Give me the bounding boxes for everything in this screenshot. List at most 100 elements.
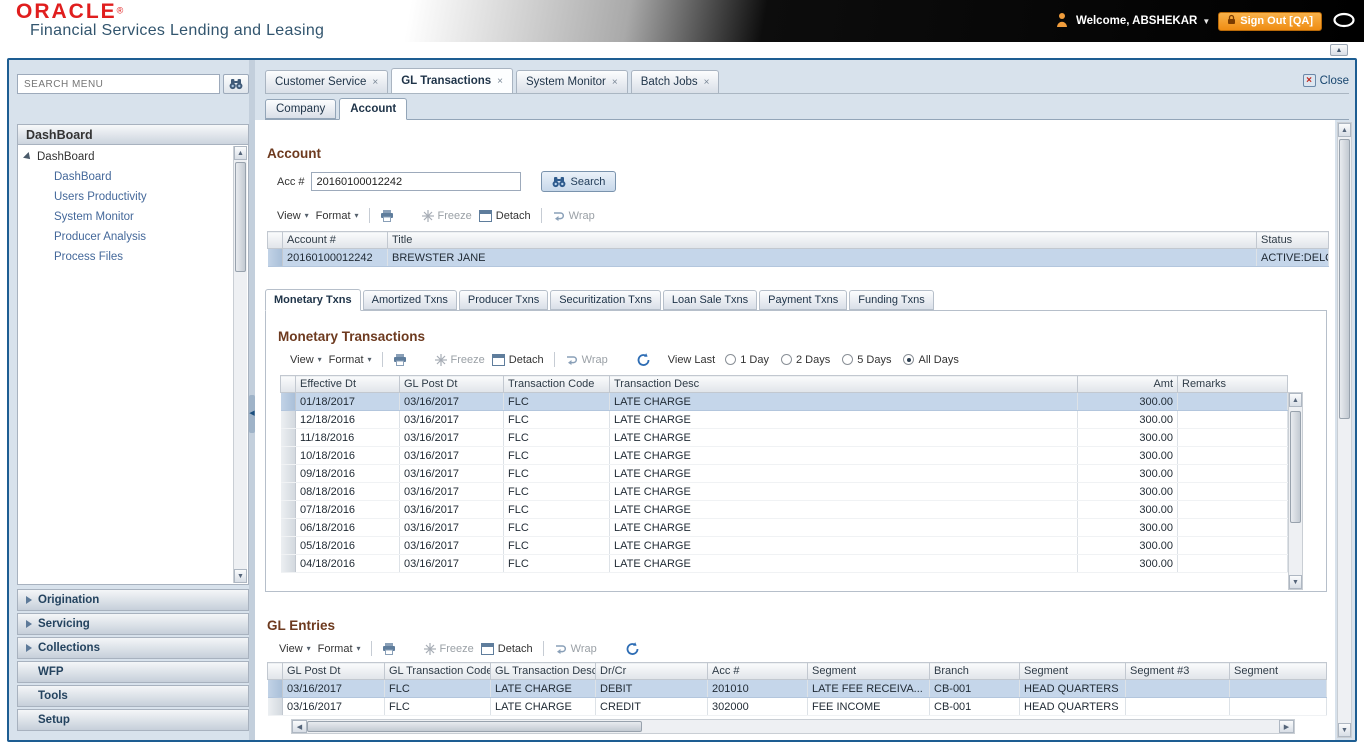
tree-root-node[interactable]: DashBoard [18,145,248,167]
column-header[interactable]: GL Transaction Code [384,662,491,680]
scroll-up-icon[interactable]: ▲ [234,146,247,160]
view-last-option[interactable]: All Days [903,354,959,366]
sub-tab[interactable]: Account [339,98,408,120]
sidebar-accordion[interactable]: WFP [17,661,249,683]
format-menu[interactable]: Format ▾ [316,210,359,222]
table-row[interactable]: 06/18/2016 03/16/2017 FLC LATE CHARGE 30… [280,518,1288,537]
row-selector[interactable] [280,428,296,447]
table-row[interactable]: 08/18/2016 03/16/2017 FLC LATE CHARGE 30… [280,482,1288,501]
sidebar-tree-item[interactable]: System Monitor [18,207,248,227]
scroll-down-icon[interactable]: ▼ [1289,575,1302,589]
table-row[interactable]: 12/18/2016 03/16/2017 FLC LATE CHARGE 30… [280,410,1288,429]
search-menu-input[interactable] [17,74,220,94]
column-header[interactable]: Remarks [1177,375,1288,393]
txn-tab[interactable]: Loan Sale Txns [662,290,758,310]
scroll-right-icon[interactable]: ▶ [1279,720,1294,733]
view-last-option[interactable]: 2 Days [780,354,830,366]
print-button[interactable] [393,353,407,366]
wrap-button[interactable]: Wrap [554,643,597,655]
scrollbar-track[interactable] [234,160,247,569]
scroll-up-icon[interactable]: ▲ [1338,123,1351,137]
row-selector[interactable] [280,410,296,429]
table-row[interactable]: 07/18/2016 03/16/2017 FLC LATE CHARGE 30… [280,500,1288,519]
close-control[interactable]: × Close [1302,74,1349,87]
sidebar-tree-item[interactable]: DashBoard [18,167,248,187]
tab-close-icon[interactable]: × [372,77,378,88]
scrollbar-track[interactable] [307,720,1279,733]
search-button[interactable]: Search [540,171,617,192]
view-menu[interactable]: View ▾ [277,210,309,222]
view-last-option[interactable]: 1 Day [725,354,769,366]
scrollbar-thumb[interactable] [1339,139,1350,419]
row-selector[interactable] [280,518,296,537]
row-selector[interactable] [280,392,296,411]
sidebar-accordion[interactable]: Origination [17,589,249,611]
freeze-button[interactable]: Freeze [434,353,485,366]
column-header[interactable]: GL Post Dt [399,375,504,393]
wrap-button[interactable]: Wrap [565,354,608,366]
table-row[interactable]: 09/18/2016 03/16/2017 FLC LATE CHARGE 30… [280,464,1288,483]
column-header[interactable]: Transaction Desc [609,375,1078,393]
sidebar-tree-item[interactable]: Producer Analysis [18,227,248,247]
table-row[interactable]: 05/18/2016 03/16/2017 FLC LATE CHARGE 30… [280,536,1288,555]
sidebar-accordion[interactable]: Setup [17,709,249,731]
main-tab[interactable]: Customer Service × [265,70,389,93]
column-header[interactable]: Account # [282,231,388,249]
tab-close-icon[interactable]: × [612,77,618,88]
row-selector[interactable] [280,464,296,483]
column-header[interactable]: Segment [807,662,930,680]
welcome-menu[interactable]: Welcome, ABSHEKAR ▼ [1076,15,1210,27]
format-menu[interactable]: Format ▾ [318,643,361,655]
table-row[interactable]: 01/18/2017 03/16/2017 FLC LATE CHARGE 30… [280,392,1288,411]
scrollbar-thumb[interactable] [235,162,246,272]
monetary-table-scrollbar[interactable]: ▲ ▼ [1288,392,1303,590]
sidebar-tree-item[interactable]: Process Files [18,247,248,267]
column-header[interactable]: Segment [1019,662,1126,680]
column-header[interactable]: GL Post Dt [282,662,385,680]
table-row[interactable]: 03/16/2017 FLC LATE CHARGE CREDIT 302000… [267,697,1327,716]
freeze-button[interactable]: Freeze [423,642,474,655]
scrollbar-thumb[interactable] [307,721,642,732]
txn-tab[interactable]: Payment Txns [759,290,848,310]
main-tab[interactable]: GL Transactions × [391,68,513,93]
table-row[interactable]: 04/18/2016 03/16/2017 FLC LATE CHARGE 30… [280,554,1288,573]
detach-button[interactable]: Detach [491,353,544,366]
sub-tab[interactable]: Company [265,99,337,119]
row-selector[interactable] [267,679,283,698]
tab-close-icon[interactable]: × [497,76,503,87]
txn-tab[interactable]: Funding Txns [849,290,934,310]
txn-tab[interactable]: Amortized Txns [362,290,457,310]
column-header[interactable]: Segment [1229,662,1327,680]
txn-tab[interactable]: Securitization Txns [550,290,661,310]
scroll-up-icon[interactable]: ▲ [1289,393,1302,407]
print-button[interactable] [380,209,394,222]
sidebar-accordion[interactable]: Tools [17,685,249,707]
column-header[interactable]: Title [387,231,1257,249]
gl-table-hscrollbar[interactable]: ◀ ▶ [291,719,1295,734]
column-header[interactable]: Transaction Code [503,375,610,393]
column-header[interactable]: Status [1256,231,1329,249]
page-scroll-up-button[interactable]: ▲ [1330,44,1348,56]
detach-button[interactable]: Detach [478,209,531,222]
main-tab[interactable]: Batch Jobs × [630,70,720,93]
sidebar-tree-item[interactable]: Users Productivity [18,187,248,207]
row-selector[interactable] [280,536,296,555]
txn-tab[interactable]: Monetary Txns [265,289,361,311]
sign-out-button[interactable]: Sign Out [QA] [1218,11,1322,31]
view-last-option[interactable]: 5 Days [842,354,891,366]
sidebar-accordion[interactable]: Collections [17,637,249,659]
view-menu[interactable]: View ▾ [279,643,311,655]
row-selector[interactable] [267,697,283,716]
sidebar-tree-scrollbar[interactable]: ▲ ▼ [233,146,247,583]
scroll-left-icon[interactable]: ◀ [292,720,307,733]
row-selector[interactable] [280,482,296,501]
tab-close-icon[interactable]: × [704,77,710,88]
scroll-down-icon[interactable]: ▼ [1338,723,1351,737]
column-header[interactable]: Effective Dt [295,375,400,393]
table-row[interactable]: 20160100012242 BREWSTER JANE ACTIVE:DELQ [267,248,1329,267]
column-header[interactable]: Branch [929,662,1020,680]
column-header[interactable]: Amt [1077,375,1178,393]
view-menu[interactable]: View ▾ [290,354,322,366]
sidebar-panel-header[interactable]: DashBoard [17,124,249,145]
format-menu[interactable]: Format ▾ [329,354,372,366]
